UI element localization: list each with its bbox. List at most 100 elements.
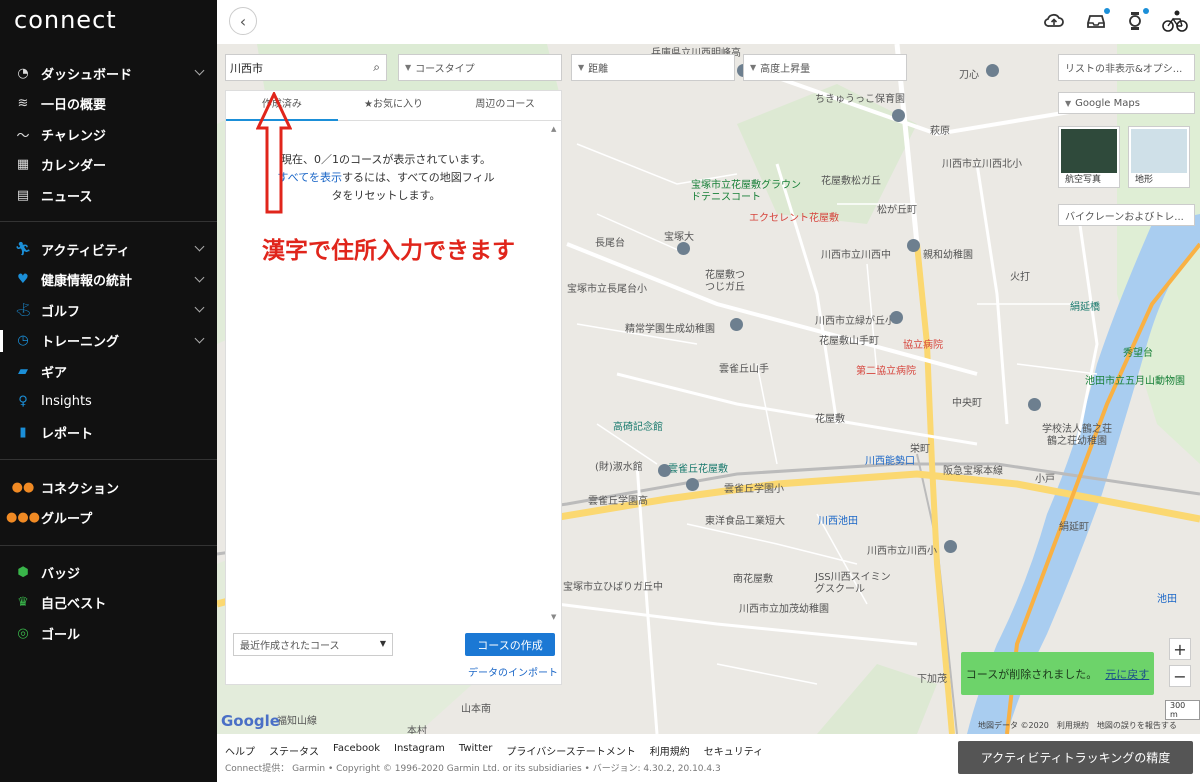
map-attribution[interactable]: 地図データ ©2020 利用規約 地図の誤りを報告する — [978, 720, 1177, 731]
sidebar-item-label: ゴール — [41, 627, 81, 643]
search-icon[interactable]: ⌕ — [373, 60, 380, 75]
map-label: 絹延橋 — [1070, 302, 1100, 313]
sidebar-divider — [0, 221, 217, 222]
activity-tracking-accuracy-button[interactable]: アクティビティトラッキングの精度 — [958, 741, 1193, 774]
sidebar-item-insights[interactable]: ♀ Insights — [0, 387, 217, 418]
course-type-filter[interactable]: ▼ コースタイプ — [398, 54, 562, 81]
map-type-select[interactable]: ▼ Google Maps — [1058, 92, 1195, 114]
dashboard-icon: ◔ — [17, 65, 29, 81]
sidebar-item-health-stats[interactable]: ♥ 健康情報の統計 — [0, 265, 217, 296]
sidebar-item-groups[interactable]: ●●● グループ — [0, 503, 217, 534]
app-root: connect ◔ ダッシュボード ≋ 一日の概要 〜 チャレンジ ▦ カレンダ… — [0, 0, 1200, 782]
map-label: 下加茂 — [917, 674, 947, 685]
map-label: 川西市立川西小 — [867, 546, 937, 557]
map-label: 池田市立五月山動物園 — [1085, 376, 1185, 387]
footer-link-instagram[interactable]: Instagram — [394, 743, 445, 758]
sidebar-item-label: ゴルフ — [41, 304, 81, 320]
connect-logo[interactable]: connect — [14, 6, 117, 34]
map-label: 雲雀丘学園小 — [724, 484, 784, 495]
watch-icon[interactable] — [1123, 8, 1149, 32]
avatar-cyclist-icon[interactable] — [1161, 10, 1189, 32]
map-label: 山本南 — [461, 704, 491, 715]
sidebar-item-personal-records[interactable]: ♛ 自己ベスト — [0, 588, 217, 619]
map-label: 親和幼稚園 — [923, 250, 973, 261]
undo-link[interactable]: 元に戻す — [1105, 666, 1149, 682]
location-search-input[interactable] — [226, 55, 356, 80]
sidebar-item-activities[interactable]: 🏃︎ アクティビティ — [0, 234, 217, 265]
sidebar-divider — [0, 459, 217, 460]
footer-link-help[interactable]: ヘルプ — [225, 743, 255, 758]
zoom-in-button[interactable]: + — [1169, 638, 1191, 660]
map-label: 川西市立川西中 — [821, 250, 891, 261]
map-label: 花屋敷松ガ丘 — [821, 176, 881, 187]
elevation-label: 高度上昇量 — [760, 64, 811, 75]
back-chevron-icon[interactable]: ‹ — [229, 7, 257, 35]
chevron-down-icon — [194, 333, 205, 343]
map-label: 本村 — [407, 726, 427, 734]
sidebar-item-connections[interactable]: ●● コネクション — [0, 472, 217, 503]
annotation-text: 漢字で住所入力できます — [262, 238, 515, 264]
notification-dot — [1104, 8, 1110, 14]
map-label: 絹延町 — [1059, 522, 1089, 533]
aerial-thumbnail-label: 航空写真 — [1065, 175, 1102, 185]
bike-lanes-toggle[interactable]: バイクレーンおよびトレ... — [1058, 204, 1195, 226]
tab-favorites[interactable]: ★お気に入り — [338, 91, 450, 120]
inbox-icon[interactable] — [1084, 8, 1110, 32]
footer-link-terms[interactable]: 利用規約 — [650, 743, 690, 758]
zoom-out-button[interactable]: − — [1169, 665, 1191, 687]
sidebar-item-goals[interactable]: ◎ ゴール — [0, 618, 217, 649]
elevation-filter[interactable]: ▼ 高度上昇量 — [743, 54, 907, 81]
footer-link-facebook[interactable]: Facebook — [333, 743, 380, 758]
sidebar-item-reports[interactable]: ▮ レポート — [0, 417, 217, 448]
map-label: 川西市立加茂幼稚園 — [739, 604, 829, 615]
sidebar-item-challenges[interactable]: 〜 チャレンジ — [0, 119, 217, 150]
terrain-view-thumbnail[interactable]: 地形 — [1128, 126, 1190, 188]
sidebar-item-label: 自己ベスト — [41, 597, 107, 613]
calendar-icon: ▦ — [16, 157, 30, 173]
map-label: 第二協立病院 — [856, 366, 916, 377]
sidebar-item-dashboard[interactable]: ◔ ダッシュボード — [0, 58, 217, 89]
news-icon: ▤ — [16, 187, 30, 203]
annotation-arrow-icon — [256, 92, 292, 214]
distance-filter[interactable]: ▼ 距離 — [571, 54, 735, 81]
heart-icon: ♥ — [17, 272, 29, 288]
sidebar-item-daily-summary[interactable]: ≋ 一日の概要 — [0, 89, 217, 120]
map-label: 精常学園生成幼稚園 — [625, 324, 715, 335]
location-poi-icon — [907, 239, 920, 252]
footer-link-security[interactable]: セキュリティ — [704, 743, 763, 758]
map-label: 東洋食品工業短大 — [705, 516, 785, 527]
map-label: 松が丘町 — [877, 205, 917, 216]
course-type-label: コースタイプ — [415, 64, 475, 75]
footer-link-privacy[interactable]: プライバシーステートメント — [506, 743, 635, 758]
footer-links: ヘルプ ステータス Facebook Instagram Twitter プライ… — [225, 743, 763, 758]
sidebar-item-calendar[interactable]: ▦ カレンダー — [0, 150, 217, 181]
map-label: 花屋敷山手町 — [819, 336, 879, 347]
sidebar-item-label: アクティビティ — [41, 243, 130, 259]
sidebar-item-news[interactable]: ▤ ニュース — [0, 180, 217, 211]
panel-scrollbar[interactable]: ▲ ▼ — [551, 125, 559, 625]
chevron-down-icon — [194, 272, 205, 282]
bar-chart-icon: ▮ — [19, 424, 27, 440]
aerial-view-thumbnail[interactable]: 航空写真 — [1058, 126, 1120, 188]
sidebar-item-training[interactable]: ◷ トレーニング — [0, 326, 217, 357]
scroll-down-icon[interactable]: ▼ — [551, 613, 556, 621]
sidebar-item-golf[interactable]: ⛳︎ ゴルフ — [0, 295, 217, 326]
import-data-link[interactable]: データのインポート — [468, 664, 558, 679]
tab-nearby[interactable]: 周辺のコース — [449, 91, 561, 120]
sidebar-item-gear[interactable]: ▰ ギア — [0, 356, 217, 387]
sort-select[interactable]: 最近作成されたコース ▼ — [233, 633, 393, 656]
list-toggle-button[interactable]: リストの非表示&オプシ... — [1058, 54, 1195, 81]
cloud-upload-icon[interactable] — [1042, 10, 1066, 32]
sidebar-item-badges[interactable]: ⬢ バッジ — [0, 557, 217, 588]
footer-link-twitter[interactable]: Twitter — [459, 743, 493, 758]
map-label: JSS川西スイミングスクール — [815, 572, 891, 595]
map-label: 南花屋敷 — [733, 574, 773, 585]
create-course-button[interactable]: コースの作成 — [465, 633, 555, 656]
footer-link-status[interactable]: ステータス — [269, 743, 319, 758]
notification-dot — [1143, 8, 1149, 14]
location-search-box: ⌕ — [225, 54, 387, 81]
map-label: 宝塚市立花屋敷グラウンドテニスコート — [691, 180, 801, 203]
trophy-icon: ♛ — [17, 595, 29, 611]
school-poi-icon — [658, 464, 671, 477]
scroll-up-icon[interactable]: ▲ — [551, 125, 556, 133]
